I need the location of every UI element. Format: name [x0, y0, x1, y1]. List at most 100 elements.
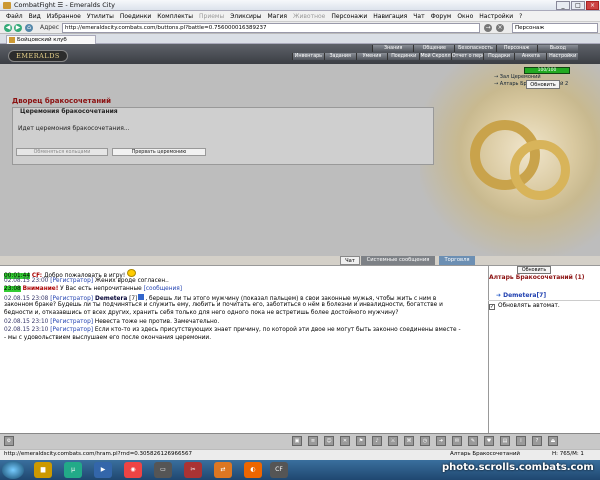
chat-icon[interactable]: ✎ [468, 436, 478, 446]
chat-text: У Вас есть непрочитанные [58, 286, 144, 292]
smile-icon[interactable]: ☺ [324, 436, 334, 446]
tool-icon[interactable]: ✂ [184, 462, 202, 478]
menu-magic[interactable]: Магия [267, 13, 287, 20]
menu-settings[interactable]: Настройки [479, 13, 513, 20]
chat-sender[interactable]: [Регистратор] [50, 327, 93, 333]
room-refresh-button[interactable]: Обновить [517, 266, 551, 274]
messages-link[interactable]: [сообщения] [144, 286, 182, 292]
chat-sender[interactable]: [Регистратор] [50, 319, 93, 325]
nav-gifts[interactable]: Подарки [482, 53, 515, 60]
menu-window[interactable]: Окно [457, 13, 473, 20]
nav-fights[interactable]: Поединки [387, 53, 420, 60]
page-title: Дворец бракосочетаний [12, 97, 111, 105]
menu-pet[interactable]: Животное [293, 13, 325, 20]
window-titlebar: CombatFight ☰ - Emeralds City _ □ × [0, 0, 600, 11]
back-icon[interactable]: ◀ [4, 24, 12, 32]
menu-forum[interactable]: Форум [431, 13, 452, 20]
url-input[interactable]: http://emeraldscity.combats.com/buttons.… [62, 23, 480, 33]
status-url: http://emeraldscity.combats.com/hram.pl?… [4, 451, 193, 457]
folder-icon[interactable]: ▆ [34, 462, 52, 478]
gear-icon[interactable]: ⚙ [4, 436, 14, 446]
firefox-icon[interactable]: ◐ [244, 462, 262, 478]
menu-help[interactable]: ? [519, 13, 522, 20]
character-search-input[interactable]: Персонаж [512, 23, 598, 33]
fight-icon[interactable]: ⚔ [388, 436, 398, 446]
watermark: photo.scrolls.combats.com [442, 462, 594, 473]
menu-characters[interactable]: Персонажи [331, 13, 367, 20]
nav-inventory[interactable]: Инвентарь [292, 53, 324, 60]
menu-tools[interactable]: Утилиты [87, 13, 114, 20]
scroll-icon[interactable]: ≡ [308, 436, 318, 446]
book-icon[interactable]: ▤ [500, 436, 510, 446]
media-icon[interactable]: ▶ [94, 462, 112, 478]
menu-sets[interactable]: Комплекты [157, 13, 193, 20]
chrome-icon[interactable]: ◉ [124, 462, 142, 478]
nav-transfers[interactable]: Отчет о переводах [450, 53, 483, 60]
info-icon[interactable] [138, 294, 145, 300]
terminal-icon[interactable]: ▭ [154, 462, 172, 478]
combats-icon[interactable]: CF [270, 462, 288, 478]
room-panel [488, 265, 600, 433]
go-icon[interactable]: → [484, 24, 492, 32]
clear-icon[interactable]: ✕ [340, 436, 350, 446]
menu-view[interactable]: Вид [29, 13, 41, 20]
close-button[interactable]: × [586, 1, 599, 10]
interrupt-ceremony-button[interactable]: Прервать церемонию [112, 148, 206, 156]
nav-settings[interactable]: Настройки [546, 53, 579, 60]
nav-profile[interactable]: Анкета [514, 53, 547, 60]
home-icon[interactable]: ⌂ [25, 24, 33, 32]
info-icon[interactable]: i [516, 436, 526, 446]
divider [488, 300, 600, 301]
nav-character[interactable]: Персонаж [495, 45, 537, 52]
map-icon[interactable]: ⌘ [404, 436, 414, 446]
start-button[interactable] [2, 461, 24, 479]
arrow-icon[interactable]: ➜ [436, 436, 446, 446]
chat-timestamp: 02.08.15 23:10 [4, 327, 49, 333]
menu-file[interactable]: Файл [6, 13, 23, 20]
inventory-icon[interactable]: ▣ [292, 436, 302, 446]
chat-text: Если кто-то из здесь присутствующих знае… [93, 327, 461, 333]
chat-line: 02.08.15 23:00 [Регистратор] Жених вроде… [4, 278, 169, 285]
chat-text: Невеста тоже не против. Замечательно. [93, 319, 220, 325]
chat-line: 02.08.15 23:10 [Регистратор] Невеста тож… [4, 319, 219, 326]
auto-refresh-checkbox[interactable]: ✓ [489, 304, 495, 310]
menu-elixirs[interactable]: Эликсиры [230, 13, 261, 20]
menu-favorites[interactable]: Избранное [47, 13, 81, 20]
maximize-button[interactable]: □ [571, 1, 585, 10]
mail-icon[interactable]: ✉ [452, 436, 462, 446]
help-icon[interactable]: ? [532, 436, 542, 446]
tab-chat[interactable]: Чат [340, 256, 360, 265]
swap-icon[interactable]: ⇄ [214, 462, 232, 478]
minimize-button[interactable]: _ [556, 1, 570, 10]
filter-icon[interactable]: ⚑ [356, 436, 366, 446]
exit-icon[interactable]: ⏏ [548, 436, 558, 446]
nav-communication[interactable]: Общение [413, 45, 455, 52]
chat-sender[interactable]: [Регистратор] [50, 278, 93, 284]
nav-skills[interactable]: Умения [355, 53, 388, 60]
menu-fights[interactable]: Поединки [120, 13, 151, 20]
hp-bar: 100/100 [524, 67, 570, 74]
forward-icon[interactable]: ▶ [14, 24, 22, 32]
friends-icon[interactable]: ♥ [484, 436, 494, 446]
room-user[interactable]: ➜ Demetera[7] [496, 292, 546, 299]
exchange-rings-button[interactable]: Обменяться кольцами [16, 148, 108, 156]
nav-my-scroll[interactable]: Мой Скролл [419, 53, 451, 60]
sound-icon[interactable]: ♪ [372, 436, 382, 446]
torrent-icon[interactable]: µ [64, 462, 82, 478]
tab-system-messages[interactable]: Системные сообщения [361, 256, 435, 265]
clock-icon[interactable]: ◷ [420, 436, 430, 446]
menu-techniques[interactable]: Приемы [199, 13, 224, 20]
nav-knowledge[interactable]: Знания [372, 45, 414, 52]
nav-exit[interactable]: Выход [536, 45, 579, 52]
nav-quests[interactable]: Задания [323, 53, 356, 60]
window-title: CombatFight ☰ - Emeralds City [14, 1, 115, 9]
nav-security[interactable]: Безопасность [454, 45, 496, 52]
stop-icon[interactable]: × [496, 24, 504, 32]
tab-trade[interactable]: Торговля [439, 256, 475, 265]
tab-combats[interactable]: Бойцовский клуб [6, 35, 96, 44]
menu-chat[interactable]: Чат [413, 13, 424, 20]
menu-navigation[interactable]: Навигация [373, 13, 407, 20]
refresh-button[interactable]: Обновить [526, 80, 560, 89]
chat-timestamp: 23:08 [4, 286, 21, 292]
chat-line: 23:08 Внимание! У Вас есть непрочитанные… [4, 286, 182, 293]
